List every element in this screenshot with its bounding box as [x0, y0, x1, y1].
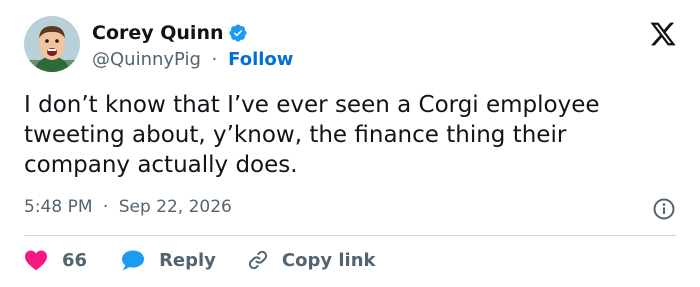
x-logo-icon[interactable] [648, 20, 678, 48]
author-handle-row: @QuinnyPig · Follow [92, 47, 293, 73]
tweet-time: 5:48 PM [24, 197, 93, 217]
handle-separator: · [211, 49, 218, 70]
speech-bubble-icon [121, 249, 145, 271]
tweet-line: tweeting about, y’know, the finance thin… [24, 122, 567, 148]
reply-label: Reply [159, 249, 216, 271]
reply-button[interactable]: Reply [121, 249, 216, 271]
divider [24, 235, 676, 236]
heart-icon [24, 249, 48, 271]
avatar[interactable] [24, 16, 80, 72]
author-name-row: Corey Quinn [92, 20, 248, 46]
like-button[interactable]: 66 [24, 249, 87, 271]
tweet-timestamp[interactable]: 5:48 PM · Sep 22, 2026 [24, 197, 232, 217]
tweet-text: I don’t know that I’ve ever seen a Corgi… [24, 90, 684, 180]
copy-link-button[interactable]: Copy link [246, 248, 376, 272]
link-icon [246, 248, 270, 272]
tweet-line: company actually does. [24, 152, 298, 178]
verified-badge-icon [228, 23, 248, 43]
tweet-line: I don’t know that I’ve ever seen a Corgi… [24, 92, 600, 118]
timestamp-separator: · [102, 197, 109, 217]
follow-button[interactable]: Follow [228, 49, 293, 70]
info-icon[interactable] [652, 197, 676, 221]
tweet-date: Sep 22, 2026 [118, 197, 232, 217]
like-count: 66 [62, 249, 88, 271]
author-handle[interactable]: @QuinnyPig [92, 49, 201, 70]
author-name[interactable]: Corey Quinn [92, 20, 224, 46]
action-bar: 66 Reply Copy link [24, 246, 376, 274]
copy-link-label: Copy link [281, 249, 376, 271]
